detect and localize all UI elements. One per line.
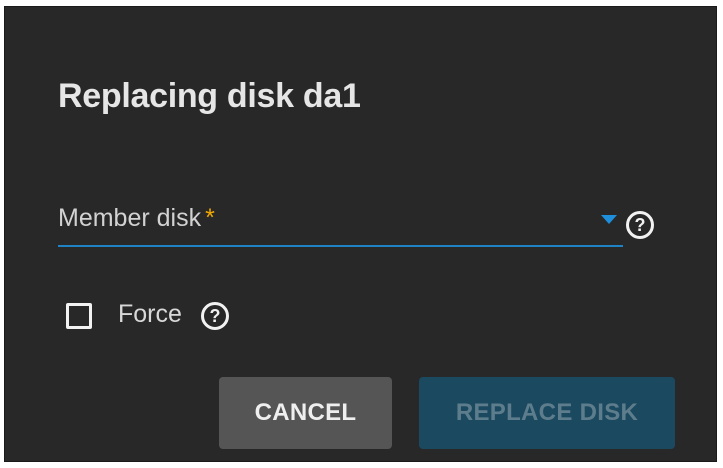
- replace-disk-dialog: Replacing disk da1 Member disk * ? Force …: [4, 6, 717, 462]
- member-disk-label-text: Member disk: [58, 204, 202, 232]
- member-disk-select[interactable]: Member disk *: [58, 191, 623, 247]
- force-checkbox[interactable]: [66, 303, 92, 329]
- member-disk-help-icon[interactable]: ?: [626, 211, 654, 239]
- replace-disk-button[interactable]: REPLACE DISK: [419, 377, 675, 449]
- required-asterisk: *: [205, 204, 215, 232]
- force-help-icon[interactable]: ?: [201, 302, 229, 330]
- member-disk-underline: [58, 245, 623, 247]
- force-label[interactable]: Force: [118, 300, 182, 329]
- caret-down-icon[interactable]: [601, 215, 617, 224]
- cancel-button[interactable]: CANCEL: [219, 377, 392, 449]
- member-disk-label: Member disk *: [58, 204, 215, 233]
- dialog-title: Replacing disk da1: [58, 77, 361, 115]
